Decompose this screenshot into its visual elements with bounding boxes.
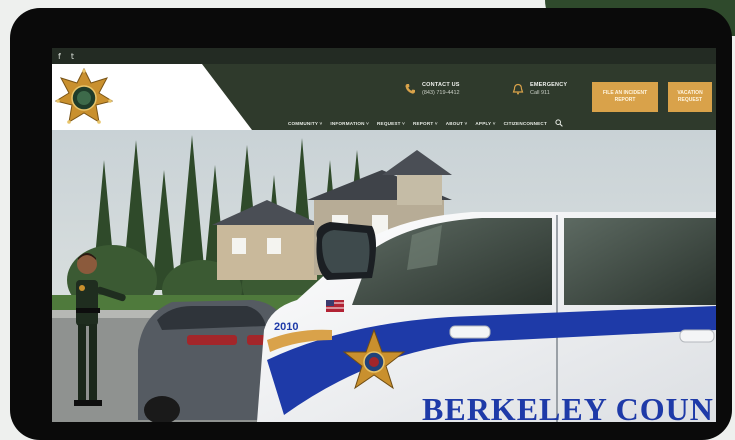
search-icon[interactable] (555, 119, 563, 127)
vacation-request-button[interactable]: VACATION REQUEST (668, 82, 712, 112)
site-header: CONTACT US (843) 719-4412 EMERGENCY Call… (52, 64, 716, 130)
nav-information[interactable]: INFORMATION ˅ (330, 121, 369, 126)
nav-request[interactable]: REQUEST ˅ (377, 121, 405, 126)
nav-community[interactable]: COMMUNITY ˅ (288, 121, 322, 126)
website-screen: f t CONTACT US (843) 719-4412 EMERGENCY … (52, 48, 716, 422)
contact-phone: (843) 719-4412 (422, 90, 460, 96)
facebook-icon[interactable]: f (58, 52, 61, 61)
police-vehicle: BERKELEY COUN 2010 (257, 212, 716, 422)
hero-photo: BERKELEY COUN 2010 (52, 130, 716, 422)
emergency-title: EMERGENCY (530, 82, 568, 88)
twitter-icon[interactable]: t (71, 52, 74, 61)
contact-us-link[interactable]: CONTACT US (843) 719-4412 (404, 82, 460, 96)
nav-report[interactable]: REPORT ˅ (413, 121, 438, 126)
nav-about[interactable]: ABOUT ˅ (446, 121, 468, 126)
incident-report-button[interactable]: FILE AN INCIDENT REPORT (592, 82, 658, 112)
main-nav: COMMUNITY ˅ INFORMATION ˅ REQUEST ˅ REPO… (288, 119, 563, 127)
bell-icon (512, 83, 524, 95)
contact-title: CONTACT US (422, 82, 460, 88)
vehicle-unit-number: 2010 (274, 321, 298, 333)
tablet-frame: f t CONTACT US (843) 719-4412 EMERGENCY … (10, 8, 732, 440)
emergency-sub: Call 911 (530, 90, 550, 96)
page: f t CONTACT US (843) 719-4412 EMERGENCY … (0, 0, 735, 440)
phone-icon (405, 84, 415, 94)
sheriff-badge-logo[interactable] (54, 67, 114, 126)
vehicle-county-text: BERKELEY COUN (422, 391, 714, 422)
nav-apply[interactable]: APPLY ˅ (475, 121, 495, 126)
social-bar: f t (52, 48, 716, 64)
emergency-link[interactable]: EMERGENCY Call 911 (512, 82, 567, 96)
nav-citizenconnect[interactable]: CITIZENCONNECT (504, 121, 547, 126)
